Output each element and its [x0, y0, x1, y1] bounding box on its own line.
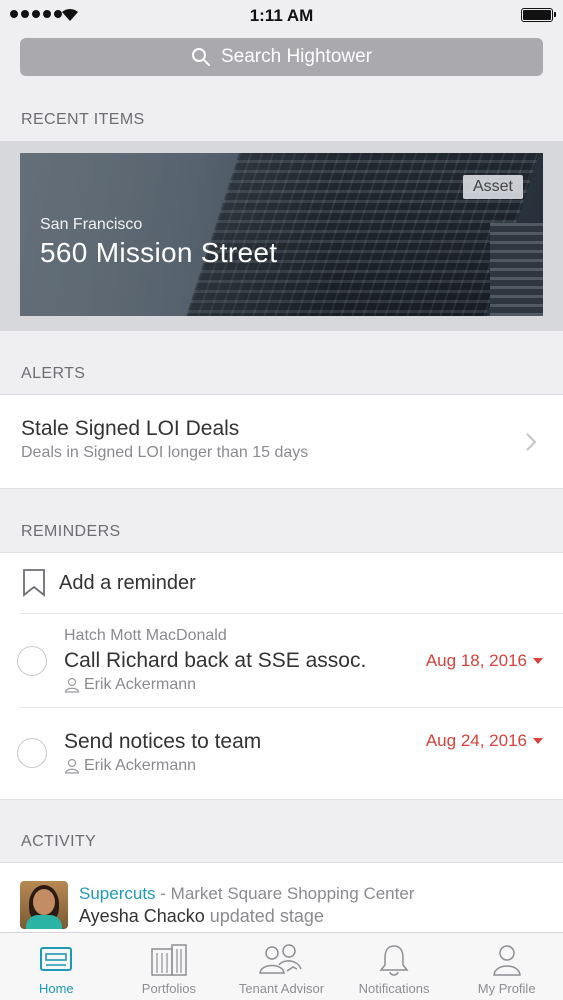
- tab-home-label: Home: [38, 981, 74, 996]
- recent-item-city: San Francisco: [40, 216, 143, 233]
- people-icon: [259, 944, 303, 974]
- battery-icon: [521, 8, 556, 22]
- caret-down-icon: [533, 738, 543, 744]
- user-icon: [492, 945, 521, 976]
- person-icon: [64, 758, 80, 774]
- reminder-title: Send notices to team: [64, 730, 262, 753]
- activity-description: Ayesha Chacko updated stage: [79, 906, 324, 927]
- recent-items-section: Asset San Francisco 560 Mission Street: [0, 141, 563, 331]
- building-icon: [151, 944, 187, 976]
- tab-portfolios-label: Portfolios: [141, 981, 196, 996]
- reminder-assignee-name: Erik Ackermann: [84, 676, 197, 693]
- tab-notifications-label: Notifications: [358, 981, 430, 996]
- activity-brand-link[interactable]: Supercuts: [79, 884, 156, 903]
- activity-location: - Market Square Shopping Center: [155, 884, 415, 903]
- reminder-date: Aug 18, 2016: [425, 651, 527, 670]
- alert-item[interactable]: Stale Signed LOI Deals Deals in Signed L…: [0, 394, 563, 489]
- tab-bar: Home Portfolios Tenant Advisor Notificat…: [0, 932, 563, 1000]
- reminder-item[interactable]: Send notices to team Erik Ackermann Aug …: [0, 708, 563, 800]
- activity-person: Ayesha Chacko: [79, 906, 205, 926]
- reminder-date: Aug 24, 2016: [425, 731, 527, 750]
- home-icon: [40, 947, 73, 971]
- alert-subtitle: Deals in Signed LOI longer than 15 days: [21, 444, 309, 461]
- tab-portfolios[interactable]: Portfolios: [113, 933, 226, 1000]
- activity-action: updated stage: [204, 906, 324, 926]
- tab-notifications[interactable]: Notifications: [338, 933, 451, 1000]
- reminder-company: Hatch Mott MacDonald: [64, 627, 227, 644]
- status-time: 1:11 AM: [249, 6, 314, 25]
- caret-down-icon: [533, 658, 543, 664]
- reminder-checkbox[interactable]: [17, 646, 47, 676]
- recent-item-card[interactable]: Asset San Francisco 560 Mission Street: [20, 153, 543, 316]
- tab-my-profile-label: My Profile: [477, 981, 536, 996]
- status-bar: 1:11 AM: [0, 0, 563, 30]
- bell-icon: [379, 945, 409, 976]
- activity-header: ACTIVITY: [21, 833, 97, 850]
- add-reminder-button[interactable]: Add a reminder: [0, 553, 563, 613]
- tab-tenant-advisor[interactable]: Tenant Advisor: [225, 933, 338, 1000]
- add-reminder-label: Add a reminder: [59, 572, 196, 594]
- reminder-checkbox[interactable]: [17, 738, 47, 768]
- tab-home[interactable]: Home: [0, 933, 113, 1000]
- reminders-list: Add a reminder Hatch Mott MacDonald Call…: [0, 552, 563, 800]
- reminder-assignee-name: Erik Ackermann: [84, 757, 197, 774]
- alerts-header: ALERTS: [21, 365, 86, 382]
- avatar: [20, 881, 68, 929]
- asset-badge: Asset: [462, 175, 523, 199]
- recent-items-header: RECENT ITEMS: [21, 111, 145, 128]
- tab-tenant-advisor-label: Tenant Advisor: [238, 981, 325, 996]
- chevron-right-icon: [526, 433, 537, 451]
- bookmark-icon: [23, 569, 45, 597]
- activity-context: Supercuts - Market Square Shopping Cente…: [79, 884, 414, 904]
- reminder-date-dropdown[interactable]: Aug 24, 2016: [426, 731, 543, 751]
- reminder-title: Call Richard back at SSE assoc.: [64, 649, 367, 672]
- activity-item[interactable]: Supercuts - Market Square Shopping Cente…: [0, 862, 563, 942]
- reminder-assignee: Erik Ackermann: [64, 757, 196, 775]
- person-icon: [64, 677, 80, 693]
- reminder-item[interactable]: Hatch Mott MacDonald Call Richard back a…: [0, 614, 563, 707]
- search-placeholder: Search Hightower: [220, 46, 373, 67]
- reminder-assignee: Erik Ackermann: [64, 676, 196, 694]
- search-bar[interactable]: Search Hightower: [20, 38, 543, 76]
- recent-item-title: 560 Mission Street: [40, 237, 278, 268]
- reminder-date-dropdown[interactable]: Aug 18, 2016: [426, 651, 543, 671]
- reminders-header: REMINDERS: [21, 523, 121, 540]
- search-icon: [191, 48, 210, 66]
- tab-my-profile[interactable]: My Profile: [450, 933, 563, 1000]
- alert-title: Stale Signed LOI Deals: [21, 417, 240, 440]
